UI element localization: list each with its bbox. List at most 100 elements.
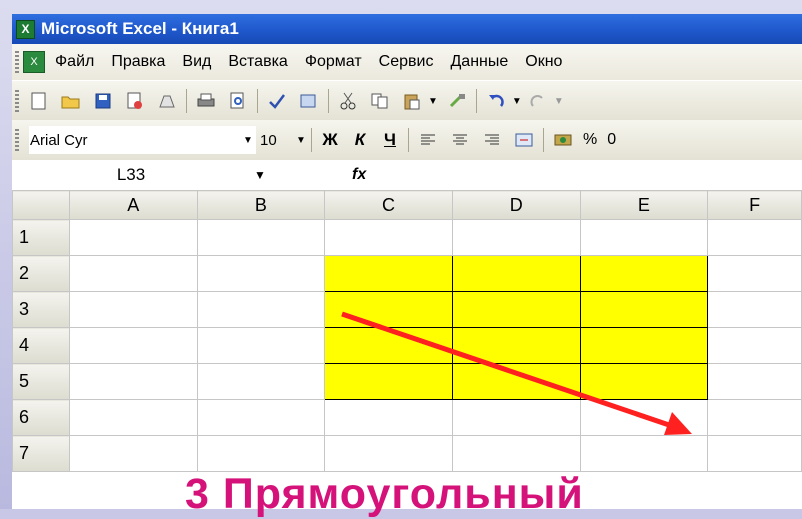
menu-file[interactable]: Файл xyxy=(55,53,94,71)
cell[interactable] xyxy=(579,219,709,256)
column-header[interactable]: C xyxy=(324,190,453,220)
align-left-icon[interactable] xyxy=(417,129,439,151)
cell[interactable] xyxy=(707,255,802,292)
chevron-down-icon[interactable]: ▼ xyxy=(512,96,522,107)
cell[interactable] xyxy=(68,255,198,292)
cell[interactable] xyxy=(579,399,709,436)
print-icon[interactable] xyxy=(195,90,217,112)
highlighted-cell[interactable] xyxy=(579,327,709,364)
cell[interactable] xyxy=(68,327,198,364)
align-right-icon[interactable] xyxy=(481,129,503,151)
row-header[interactable]: 3 xyxy=(12,291,70,328)
cell[interactable] xyxy=(451,219,581,256)
cell[interactable] xyxy=(196,255,326,292)
row-header[interactable]: 5 xyxy=(12,363,70,400)
cell[interactable] xyxy=(324,219,453,256)
merge-center-icon[interactable] xyxy=(513,129,535,151)
print-preview-icon[interactable] xyxy=(227,90,249,112)
percent-button[interactable]: % xyxy=(583,131,597,149)
grip-handle[interactable] xyxy=(15,51,19,73)
cell[interactable] xyxy=(196,363,326,400)
new-icon[interactable] xyxy=(28,90,50,112)
open-icon[interactable] xyxy=(60,90,82,112)
highlighted-cell[interactable] xyxy=(579,291,709,328)
cell[interactable] xyxy=(707,399,802,436)
save-icon[interactable] xyxy=(92,90,114,112)
grip-handle[interactable] xyxy=(15,129,19,151)
font-name-select[interactable]: Arial Cyr ▼ xyxy=(29,126,256,154)
highlighted-cell[interactable] xyxy=(451,255,581,292)
cell[interactable] xyxy=(451,399,581,436)
chevron-down-icon[interactable]: ▼ xyxy=(250,168,270,182)
highlighted-cell[interactable] xyxy=(579,363,709,400)
column-header[interactable]: A xyxy=(68,190,198,220)
cell[interactable] xyxy=(324,435,453,472)
cell[interactable] xyxy=(579,435,709,472)
comma-style-button[interactable]: 0 xyxy=(607,131,616,149)
highlighted-cell[interactable] xyxy=(324,291,453,328)
highlighted-cell[interactable] xyxy=(324,363,453,400)
menu-window[interactable]: Окно xyxy=(525,53,562,71)
row-header[interactable]: 7 xyxy=(12,435,70,472)
currency-icon[interactable] xyxy=(552,129,574,151)
paste-icon[interactable] xyxy=(401,90,423,112)
bold-button[interactable]: Ж xyxy=(315,127,345,153)
menu-insert[interactable]: Вставка xyxy=(228,53,287,71)
menu-data[interactable]: Данные xyxy=(450,53,508,71)
research-icon[interactable] xyxy=(298,90,320,112)
cell[interactable] xyxy=(196,291,326,328)
chevron-down-icon[interactable]: ▼ xyxy=(241,135,255,146)
row-header[interactable]: 2 xyxy=(12,255,70,292)
cell[interactable] xyxy=(68,435,198,472)
menu-format[interactable]: Формат xyxy=(305,53,362,71)
row-header[interactable]: 4 xyxy=(12,327,70,364)
highlighted-cell[interactable] xyxy=(451,291,581,328)
copy-icon[interactable] xyxy=(369,90,391,112)
cell[interactable] xyxy=(68,291,198,328)
grip-handle[interactable] xyxy=(15,90,19,112)
highlighted-cell[interactable] xyxy=(324,327,453,364)
column-header[interactable]: F xyxy=(707,190,802,220)
cut-icon[interactable] xyxy=(337,90,359,112)
cell[interactable] xyxy=(451,435,581,472)
cell[interactable] xyxy=(196,399,326,436)
cell[interactable] xyxy=(68,363,198,400)
redo-icon[interactable] xyxy=(527,90,549,112)
cell[interactable] xyxy=(68,399,198,436)
highlighted-cell[interactable] xyxy=(579,255,709,292)
column-header[interactable]: D xyxy=(451,190,581,220)
chevron-down-icon[interactable]: ▼ xyxy=(554,96,564,107)
cell[interactable] xyxy=(196,219,326,256)
font-size-select[interactable]: 10 xyxy=(260,127,290,153)
menu-view[interactable]: Вид xyxy=(182,53,211,71)
cell[interactable] xyxy=(707,291,802,328)
column-header[interactable]: B xyxy=(196,190,326,220)
cell[interactable] xyxy=(707,363,802,400)
row-header[interactable]: 1 xyxy=(12,219,70,256)
cell[interactable] xyxy=(196,327,326,364)
permission-icon[interactable] xyxy=(124,90,146,112)
chevron-down-icon[interactable]: ▼ xyxy=(294,135,308,146)
cell[interactable] xyxy=(707,435,802,472)
italic-button[interactable]: К xyxy=(345,127,375,153)
name-box[interactable]: L33 xyxy=(12,161,250,189)
spelling-icon[interactable] xyxy=(266,90,288,112)
cell[interactable] xyxy=(324,399,453,436)
row-header[interactable]: 6 xyxy=(12,399,70,436)
menu-edit[interactable]: Правка xyxy=(111,53,165,71)
format-painter-icon[interactable] xyxy=(446,90,468,112)
underline-button[interactable]: Ч xyxy=(375,127,405,153)
menu-tools[interactable]: Сервис xyxy=(379,53,434,71)
cell[interactable] xyxy=(68,219,198,256)
cell[interactable] xyxy=(707,219,802,256)
align-center-icon[interactable] xyxy=(449,129,471,151)
chevron-down-icon[interactable]: ▼ xyxy=(428,96,438,107)
select-all-corner[interactable] xyxy=(12,190,70,220)
highlighted-cell[interactable] xyxy=(451,327,581,364)
email-icon[interactable] xyxy=(156,90,178,112)
column-header[interactable]: E xyxy=(579,190,709,220)
cell[interactable] xyxy=(707,327,802,364)
highlighted-cell[interactable] xyxy=(324,255,453,292)
undo-icon[interactable] xyxy=(485,90,507,112)
cell[interactable] xyxy=(196,435,326,472)
